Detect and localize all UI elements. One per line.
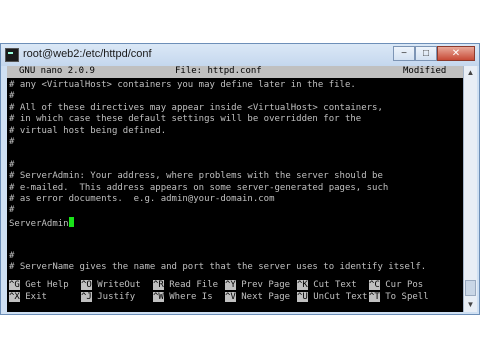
nano-status: Modified [403,66,447,76]
title-bar[interactable]: root@web2:/etc/httpd/conf − □ ✕ [1,44,479,66]
shortcut-key: ^G [9,280,20,290]
shortcut-to-spell: ^T To Spell [369,292,429,303]
nano-file-name: File: httpd.conf [175,66,262,76]
minimize-button[interactable]: − [393,46,415,61]
terminal-area[interactable]: GNU nano 2.0.9 File: httpd.conf Modified… [7,66,463,312]
editor-line: # ServerAdmin: Your address, where probl… [9,171,383,182]
shortcut-justify: ^J Justify [81,292,135,303]
editor-line: # [7,91,463,102]
editor-line: # [9,250,15,261]
shortcut-label: UnCut Text [313,292,368,302]
vertical-scrollbar[interactable]: ▲ ▼ [463,66,477,312]
shortcut-get-help: ^G Get Help [9,280,69,291]
editor-line: # [9,159,15,170]
editor-line: # as error documents. e.g. admin@your-do… [9,193,275,204]
shortcut-key: ^W [153,292,164,302]
shortcut-label: Get Help [25,280,69,290]
current-line-text: ServerAdmin [9,218,69,229]
shortcut-read-file: ^R Read File [153,280,218,291]
shortcut-row-2: ^X Exit ^J Justify ^W Where Is ^V Next P… [9,292,463,304]
editor-line: # in which case these default settings w… [9,114,362,125]
shortcut-label: Read File [169,280,219,290]
scroll-up-arrow-icon[interactable]: ▲ [464,66,477,80]
shortcut-key: ^U [297,292,308,302]
editor-line-current: ServerAdmin [7,216,463,229]
editor-line: # e-mailed. This address appears on some… [9,182,389,193]
shortcut-label: Where Is [169,292,213,302]
nano-header: GNU nano 2.0.9 File: httpd.conf Modified [7,66,463,78]
shortcut-key: ^V [225,292,236,302]
shortcut-row-1: ^G Get Help ^O WriteOut ^R Read File ^Y … [9,280,463,292]
scroll-down-arrow-icon[interactable]: ▼ [464,298,477,312]
shortcut-writeout: ^O WriteOut [81,280,141,291]
nano-version: GNU nano 2.0.9 [19,66,95,76]
shortcut-label: Next Page [241,292,291,302]
window-title: root@web2:/etc/httpd/conf [23,48,152,60]
window-controls: − □ ✕ [393,46,475,63]
shortcut-uncut-text: ^U UnCut Text [297,292,367,303]
shortcut-label: Cur Pos [385,280,424,290]
shortcut-label: Justify [97,292,136,302]
close-button[interactable]: ✕ [437,46,475,61]
editor-text[interactable]: # any <VirtualHost> containers you may d… [7,78,463,274]
shortcut-cut-text: ^K Cut Text [297,280,357,291]
shortcut-label: Cut Text [313,280,357,290]
shortcut-key: ^X [9,292,20,302]
shortcut-label: WriteOut [97,280,141,290]
shortcut-key: ^C [369,280,380,290]
editor-line: # [9,205,15,216]
shortcut-label: Exit [25,292,47,302]
shortcut-exit: ^X Exit [9,292,47,303]
maximize-button[interactable]: □ [415,46,437,61]
editor-line: # virtual host being defined. [9,125,167,136]
shortcut-key: ^R [153,280,164,290]
shortcut-key: ^Y [225,280,236,290]
shortcut-key: ^J [81,292,92,302]
terminal-app-icon [5,48,19,62]
editor-line: # any <VirtualHost> containers you may d… [9,80,356,90]
shortcut-prev-page: ^Y Prev Page [225,280,290,291]
shortcut-key: ^K [297,280,308,290]
editor-line: # [9,136,15,147]
shortcut-label: Prev Page [241,280,291,290]
terminal-window: root@web2:/etc/httpd/conf − □ ✕ GNU nano… [0,43,480,315]
shortcut-next-page: ^V Next Page [225,292,290,303]
shortcut-key: ^T [369,292,380,302]
screen: { "window": { "title": "root@web2:/etc/h… [0,0,480,360]
shortcut-label: To Spell [385,292,429,302]
editor-line: # ServerName gives the name and port tha… [9,262,427,273]
shortcut-cur-pos: ^C Cur Pos [369,280,423,291]
shortcut-where-is: ^W Where Is [153,292,213,303]
shortcut-key: ^O [81,280,92,290]
editor-line: # All of these directives may appear ins… [9,102,383,113]
scroll-thumb[interactable] [465,280,476,296]
text-cursor [68,216,74,227]
nano-shortcut-bar: ^G Get Help ^O WriteOut ^R Read File ^Y … [9,280,463,304]
